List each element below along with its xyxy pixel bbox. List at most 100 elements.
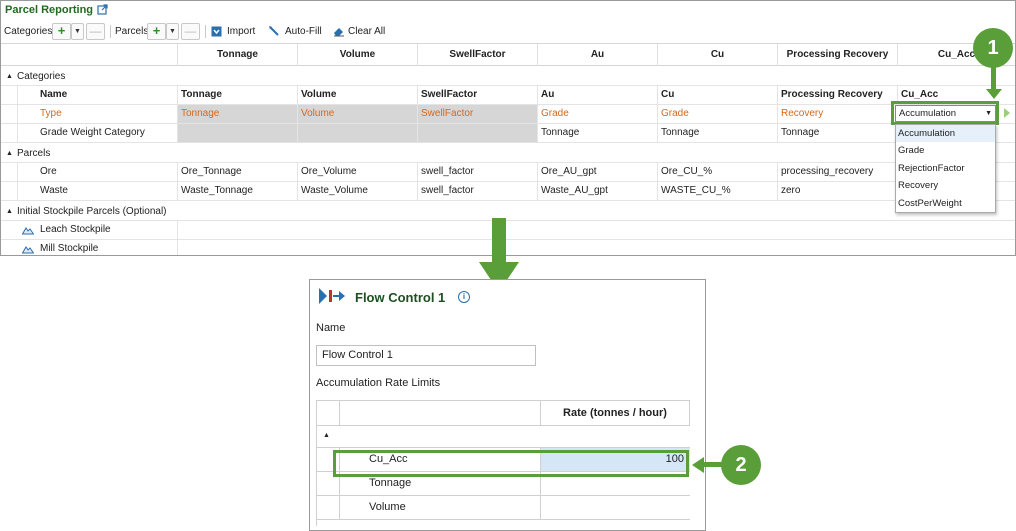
flow-control-panel: Flow Control 1 i Name Flow Control 1 Acc… — [309, 279, 706, 531]
collapse-triangle-icon[interactable]: ▲ — [6, 202, 13, 221]
rate-row-volume: Volume — [317, 496, 690, 520]
col-header-processing-recovery[interactable]: Processing Recovery — [777, 44, 897, 66]
callout-1-badge: 1 — [973, 28, 1013, 68]
name-header-swellfactor: SwellFactor — [417, 86, 537, 104]
parcel-cell[interactable]: swell_factor — [417, 163, 537, 181]
import-button[interactable]: Import — [210, 23, 264, 40]
parcel-cell[interactable]: processing_recovery — [777, 163, 897, 181]
remove-parcel-button[interactable]: — — [181, 23, 200, 40]
parcel-cell[interactable]: Ore_Volume — [297, 163, 417, 181]
stockpile-name: Mill Stockpile — [40, 243, 99, 254]
name-label: Name — [316, 322, 346, 334]
name-header-volume: Volume — [297, 86, 417, 104]
stockpile-icon — [22, 246, 34, 254]
name-header-processing-recovery: Processing Recovery — [777, 86, 897, 104]
parcel-cell[interactable]: zero — [777, 182, 897, 200]
parcel-cell[interactable]: WASTE_CU_% — [657, 182, 777, 200]
parcel-cell[interactable]: swell_factor — [417, 182, 537, 200]
gw-cell-volume — [297, 124, 417, 142]
type-row-label: Type — [17, 105, 177, 123]
highlight-box-2 — [333, 450, 689, 477]
dropdown-option-accumulation[interactable]: Accumulation — [896, 125, 995, 142]
stockpile-cell[interactable] — [177, 240, 1015, 255]
parcel-cell[interactable]: Ore_Tonnage — [177, 163, 297, 181]
rate-value-input[interactable] — [540, 496, 690, 519]
stockpile-row-mill: Mill Stockpile — [1, 240, 1015, 255]
dropdown-option-rejectionfactor[interactable]: RejectionFactor — [896, 160, 995, 177]
type-cell-au[interactable]: Grade — [537, 105, 657, 123]
stockpile-cell[interactable] — [177, 221, 1015, 239]
group-label: Initial Stockpile Parcels (Optional) — [17, 206, 167, 217]
flow-control-icon — [319, 288, 345, 304]
collapse-triangle-icon[interactable]: ▲ — [6, 67, 13, 86]
external-link-icon[interactable] — [97, 4, 108, 15]
col-header-volume[interactable]: Volume — [297, 44, 417, 66]
clear-all-button[interactable]: Clear All — [332, 23, 390, 40]
add-parcel-dropdown[interactable]: ▼ — [166, 23, 179, 40]
rate-header: Rate (tonnes / hour) — [540, 401, 690, 426]
add-category-dropdown[interactable]: ▼ — [71, 23, 84, 40]
parcel-cell[interactable]: Waste_Volume — [297, 182, 417, 200]
gw-cell-tonnage — [177, 124, 297, 142]
remove-category-button[interactable]: — — [86, 23, 105, 40]
name-header-au: Au — [537, 86, 657, 104]
clear-all-label: Clear All — [348, 26, 386, 37]
toolbar-divider — [205, 25, 206, 38]
transition-arrow-shaft — [492, 218, 506, 264]
info-icon[interactable]: i — [458, 291, 470, 303]
type-cell-cu[interactable]: Grade — [657, 105, 777, 123]
rate-group-row[interactable]: ▲ — [317, 426, 690, 448]
collapse-triangle-icon[interactable]: ▲ — [6, 144, 13, 163]
parcels-group-row[interactable]: ▲ Parcels — [1, 144, 1015, 163]
parcel-reporting-panel: Parcel Reporting Categories + ▼ — Parcel… — [0, 0, 1016, 256]
name-header-row: Name Tonnage Volume SwellFactor Au Cu Pr… — [1, 86, 1015, 105]
panel-title: Parcel Reporting — [5, 4, 94, 16]
highlight-box-1 — [891, 101, 999, 125]
type-row: Type Tonnage Volume SwellFactor Grade Gr… — [1, 105, 1015, 124]
stockpile-icon — [22, 227, 34, 235]
parcel-cell[interactable]: Ore_AU_gpt — [537, 163, 657, 181]
categories-group-row[interactable]: ▲ Categories — [1, 67, 1015, 86]
parcel-cell[interactable]: Ore_CU_% — [657, 163, 777, 181]
rate-limits-label: Accumulation Rate Limits — [316, 377, 441, 389]
gw-cell-au[interactable]: Tonnage — [537, 124, 657, 142]
wand-icon — [269, 26, 279, 36]
grid-column-header: Tonnage Volume SwellFactor Au Cu Process… — [1, 43, 1015, 66]
col-header-cu[interactable]: Cu — [657, 44, 777, 66]
group-label: Parcels — [17, 148, 51, 159]
name-header-tonnage: Tonnage — [177, 86, 297, 104]
col-header-au[interactable]: Au — [537, 44, 657, 66]
gw-cell-cu[interactable]: Tonnage — [657, 124, 777, 142]
parcel-cell[interactable]: Waste_AU_gpt — [537, 182, 657, 200]
parcel-name: Waste — [17, 182, 177, 200]
type-cell-processing-recovery[interactable]: Recovery — [777, 105, 897, 123]
add-category-button[interactable]: + — [52, 23, 71, 40]
col-header-tonnage[interactable]: Tonnage — [177, 44, 297, 66]
type-dropdown-list: Accumulation Grade RejectionFactor Recov… — [895, 124, 996, 213]
auto-fill-label: Auto-Fill — [285, 26, 322, 37]
parcels-label: Parcels — [115, 26, 149, 37]
name-header-cu: Cu — [657, 86, 777, 104]
grade-weight-label: Grade Weight Category — [17, 124, 177, 142]
add-parcel-button[interactable]: + — [147, 23, 166, 40]
callout-1-arrowhead — [986, 89, 1002, 99]
rate-header-name — [339, 401, 540, 426]
auto-fill-button[interactable]: Auto-Fill — [267, 23, 327, 40]
flow-control-title: Flow Control 1 — [355, 290, 446, 305]
dropdown-option-grade[interactable]: Grade — [896, 142, 995, 159]
rate-table-header: Rate (tonnes / hour) — [317, 400, 690, 426]
dropdown-option-costperweight[interactable]: CostPerWeight — [896, 195, 995, 212]
dropdown-option-recovery[interactable]: Recovery — [896, 177, 995, 194]
type-cell-tonnage[interactable]: Tonnage — [177, 105, 297, 123]
parcel-cell[interactable]: Waste_Tonnage — [177, 182, 297, 200]
type-cell-volume[interactable]: Volume — [297, 105, 417, 123]
grade-weight-category-row: Grade Weight Category Tonnage Tonnage To… — [1, 124, 1015, 143]
stockpile-group-row[interactable]: ▲ Initial Stockpile Parcels (Optional) — [1, 202, 1015, 221]
collapse-triangle-icon[interactable]: ▲ — [323, 432, 330, 439]
gw-cell-processing-recovery[interactable]: Tonnage — [777, 124, 897, 142]
col-header-swellfactor[interactable]: SwellFactor — [417, 44, 537, 66]
type-cell-swellfactor[interactable]: SwellFactor — [417, 105, 537, 123]
rate-row-name: Volume — [339, 496, 540, 519]
name-input[interactable]: Flow Control 1 — [316, 345, 536, 366]
group-label: Categories — [17, 71, 66, 82]
